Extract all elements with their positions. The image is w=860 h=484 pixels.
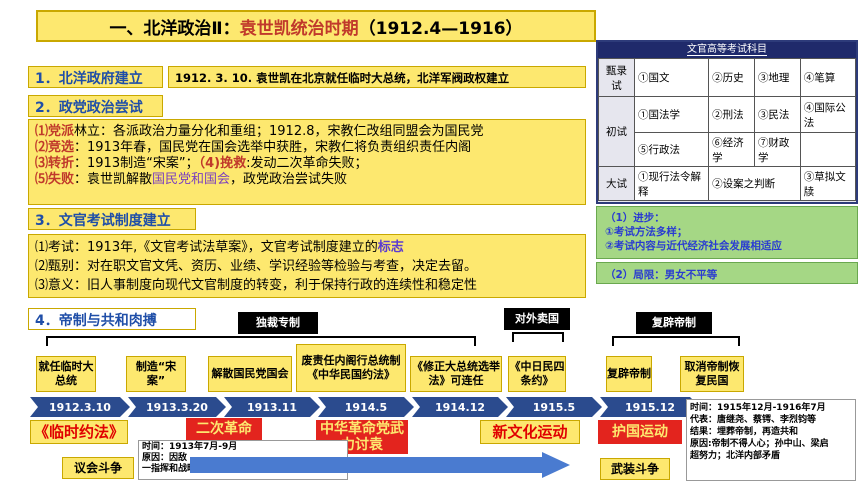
phase-bracket-dictatorship xyxy=(46,336,476,346)
exam-subjects-table: 文官高等考试科目 甄录试 ①国文 ②历史 ③地理 ④笔算 初试 ①国法学 ②刑法… xyxy=(596,40,858,204)
section-1-note: 1912. 3. 10. 袁世凯在北京就任临时大总统，北洋军阀政权建立 xyxy=(168,66,586,88)
tag-parliament-struggle: 议会斗争 xyxy=(62,457,134,479)
exam-cell: ②历史 xyxy=(708,58,755,97)
exam-cell: ③草拟文牍 xyxy=(799,166,857,201)
exam-row-label: 大试 xyxy=(598,166,635,201)
timeline-date: 1914.5 xyxy=(318,397,414,417)
timeline-date: 1913.3.20 xyxy=(128,397,226,417)
exam-table-grid: 甄录试 ①国文 ②历史 ③地理 ④笔算 初试 ①国法学 ②刑法 ③民法 ④国际公… xyxy=(598,58,857,201)
s3-line-3: ⑶意义：旧人事制度向现代文官制度的转变，利于保持行政的连续性和稳定性 xyxy=(35,278,478,293)
s2-line-3-text2: :发动二次革命失败； xyxy=(246,156,368,171)
section-2-header: 2．政党政治尝试 xyxy=(28,95,163,117)
callout-national-protection: 护国运动 xyxy=(598,420,682,444)
event-card: 取消帝制恢复民国 xyxy=(680,356,744,392)
section-2-body: ⑴党派林立：各派政治力量分化和重组；1912.8，宋教仁改组同盟会为国民党 ⑵竞… xyxy=(28,119,586,205)
right-note-line: 超努力；北洋内部矛盾 xyxy=(690,451,781,461)
event-card: 《中日民四条约》 xyxy=(508,356,566,392)
event-card: 解散国民党国会 xyxy=(208,356,292,392)
progress-title: （1）进步： xyxy=(605,212,665,224)
right-note-line: 代表：唐继尧、蔡锷、李烈钧等 xyxy=(690,415,817,425)
s2-line-2-text: ：1913年春，国民党在国会选举中获胜，宋教仁将负责组织责任内阁 xyxy=(74,140,472,155)
s2-line-4: ⑸失败：袁世凯解散国民党和国会，政党政治尝试失败 xyxy=(35,172,579,188)
s3-line-2: ⑵甄别：对在职文官文凭、资历、业绩、学识经验等检验与考查，决定去留。 xyxy=(35,259,478,274)
s2-line-1: ⑴党派林立：各派政治力量分化和重组；1912.8，宋教仁改组同盟会为国民党 xyxy=(35,124,579,140)
s2-line-1-key: ⑴党派 xyxy=(35,124,75,139)
limitation-box: （2）局限：男女不平等 xyxy=(596,262,858,284)
s2-line-3: ⑶转折：1913制造“宋案”；（4)挽救:发动二次革命失败； xyxy=(35,156,579,172)
phase-dictatorship: 独裁专制 xyxy=(238,312,318,334)
timeline-date: 1913.11 xyxy=(224,397,320,417)
exam-cell: ①现行法令解释 xyxy=(633,166,710,201)
national-protection-note: 时间：1915年12月-1916年7月 代表：唐继尧、蔡锷、李烈钧等 结果：埋葬… xyxy=(686,399,856,481)
title-suffix: （1912.4—1916） xyxy=(358,18,523,39)
timeline-date: 1912.3.10 xyxy=(30,397,130,417)
exam-table-header: 文官高等考试科目 xyxy=(598,42,856,58)
s3-line-1-purple: 标志 xyxy=(377,240,404,255)
right-note-line: 结果：埋葬帝制，再造共和 xyxy=(690,427,799,437)
s2-line-4-text: ：袁世凯解散 xyxy=(74,172,153,187)
section-1-header: 1．北洋政府建立 xyxy=(28,66,163,88)
section-4-header: 4．帝制与共和肉搏 xyxy=(28,308,196,330)
s2-line-3-text: ：1913制造“宋案”； xyxy=(74,156,199,171)
s2-line-2-key: ⑵竞选 xyxy=(35,140,75,155)
s2-line-4-purple: 国民党和国会 xyxy=(152,172,231,187)
exam-cell: ④笔算 xyxy=(799,58,857,97)
s3-line-1: ⑴考试：1913年,《文官考试法草案》，文官考试制度建立的标志 xyxy=(35,238,579,257)
s2-line-2: ⑵竞选：1913年春，国民党在国会选举中获胜，宋教仁将负责组织责任内阁 xyxy=(35,140,579,156)
phase-bracket-restore xyxy=(612,336,740,346)
exam-row-label: 甄录试 xyxy=(598,58,635,97)
right-note-line: 原因:帝制不得人心；孙中山、梁启 xyxy=(690,439,829,449)
event-card: 废责任内阁行总统制《中华民国约法》 xyxy=(296,344,406,392)
progress-line-1: ①考试方法多样； xyxy=(605,226,688,238)
callout-second-revolution: 二次革命 xyxy=(186,418,262,440)
exam-cell: ⑥经济学 xyxy=(708,132,755,167)
phase-bracket-foreign xyxy=(512,332,564,342)
exam-cell: ④国际公法 xyxy=(799,96,857,133)
exam-cell: ⑤行政法 xyxy=(633,132,710,167)
section-3-body: ⑴考试：1913年,《文官考试法草案》，文官考试制度建立的标志 ⑵甄别：对在职文… xyxy=(28,234,586,298)
progress-box: （1）进步： ①考试方法多样； ②考试内容与近代经济社会发展相适应 xyxy=(596,206,858,259)
exam-row-label: 初试 xyxy=(598,96,635,167)
exam-cell: ⑦财政学 xyxy=(753,132,801,167)
s2-line-4-text3: ，政党政治尝试失败 xyxy=(230,172,348,187)
timeline-date: 1914.12 xyxy=(412,397,508,417)
right-note-line: 时间：1915年12月-1916年7月 xyxy=(690,403,826,413)
timeline-date: 1915.12 xyxy=(600,397,700,417)
callout-provisional-constitution: 《临时约法》 xyxy=(30,420,128,444)
progress-arrow-icon xyxy=(190,452,570,478)
s2-line-3-key2: （4)挽救 xyxy=(198,156,247,171)
event-card: 就任临时大总统 xyxy=(36,356,96,392)
phase-restore: 复辟帝制 xyxy=(636,312,712,334)
progress-line-2: ②考试内容与近代经济社会发展相适应 xyxy=(605,240,782,252)
timeline-date: 1915.5 xyxy=(506,397,602,417)
exam-cell: ③民法 xyxy=(753,96,801,133)
exam-cell: ③地理 xyxy=(753,58,801,97)
exam-cell: ①国法学 xyxy=(633,96,710,133)
exam-cell: ②设案之判断 xyxy=(708,166,801,201)
page-title: 一、北洋政治Ⅱ： 袁世凯统治时期 （1912.4—1916） xyxy=(36,10,596,42)
exam-cell: ①国文 xyxy=(633,58,710,97)
exam-cell xyxy=(799,132,857,167)
exam-table-title: 文官高等考试科目 xyxy=(687,44,767,56)
section-3-header: 3．文官考试制度建立 xyxy=(28,208,196,230)
phase-foreign: 对外卖国 xyxy=(504,308,570,330)
title-highlight: 袁世凯统治时期 xyxy=(239,18,359,39)
tag-armed-struggle: 武装斗争 xyxy=(600,458,670,480)
exam-cell: ②刑法 xyxy=(708,96,755,133)
s2-line-1-text: 林立：各派政治力量分化和重组；1912.8，宋教仁改组同盟会为国民党 xyxy=(74,124,484,139)
title-prefix: 一、北洋政治Ⅱ： xyxy=(109,18,240,39)
callout-new-culture: 新文化运动 xyxy=(480,420,580,444)
s2-line-3-key: ⑶转折 xyxy=(35,156,75,171)
s3-line-1-text: ⑴考试：1913年,《文官考试法草案》，文官考试制度建立的 xyxy=(35,240,378,255)
s2-line-4-key: ⑸失败 xyxy=(35,172,75,187)
event-card: 复辟帝制 xyxy=(606,356,652,392)
event-card: 《修正大总统选举法》可连任 xyxy=(410,356,502,392)
timeline: 1912.3.10 1913.3.20 1913.11 1914.5 1914.… xyxy=(0,397,705,417)
event-card: 制造“宋案” xyxy=(126,356,186,392)
